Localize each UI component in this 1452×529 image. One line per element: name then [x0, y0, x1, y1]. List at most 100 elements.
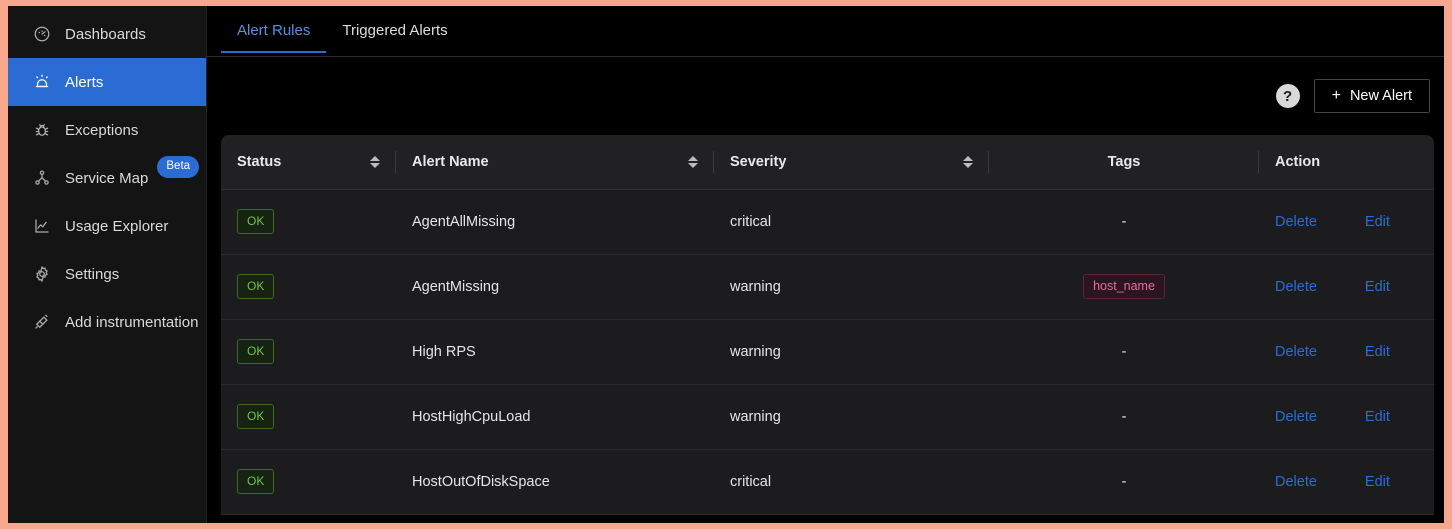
delete-button[interactable]: Delete	[1275, 279, 1317, 295]
cell-status: OK	[221, 189, 396, 255]
column-header-action: Action	[1259, 135, 1434, 190]
cell-action: Delete Edit	[1259, 254, 1434, 320]
sidebar-item-label: Add instrumentation	[65, 313, 199, 331]
delete-button[interactable]: Delete	[1275, 409, 1317, 425]
tab-triggered-alerts[interactable]: Triggered Alerts	[326, 6, 463, 52]
sidebar-item-add-instrumentation[interactable]: Add instrumentation	[8, 298, 206, 346]
tag-chip: host_name	[1083, 273, 1165, 300]
app-window: Dashboards Alerts Exceptions Service Map…	[8, 6, 1444, 523]
sidebar: Dashboards Alerts Exceptions Service Map…	[8, 6, 207, 523]
cell-action: Delete Edit	[1259, 189, 1434, 255]
api-link-icon	[32, 313, 51, 332]
alarm-icon	[32, 73, 51, 92]
column-header-tags: Tags	[989, 135, 1259, 190]
column-label: Tags	[1107, 153, 1141, 170]
sidebar-item-label: Alerts	[65, 73, 104, 91]
sidebar-item-alerts[interactable]: Alerts	[8, 58, 206, 106]
column-label: Alert Name	[412, 153, 489, 170]
empty-tag-placeholder: -	[1121, 343, 1127, 360]
delete-button[interactable]: Delete	[1275, 214, 1317, 230]
delete-button[interactable]: Delete	[1275, 474, 1317, 490]
edit-button[interactable]: Edit	[1365, 474, 1390, 490]
tab-bar: Alert Rules Triggered Alerts	[207, 6, 1444, 57]
table-row: OK AgentMissing warning host_name Delete Edit	[221, 254, 1434, 320]
cell-action: Delete Edit	[1259, 384, 1434, 450]
cell-status: OK	[221, 319, 396, 385]
status-badge: OK	[237, 469, 275, 494]
line-chart-icon	[32, 217, 51, 236]
cell-severity: critical	[714, 449, 989, 515]
table-row: OK HostHighCpuLoad warning - Delete Edit	[221, 384, 1434, 450]
table-header-row: Status Alert Name Severity Tags Action	[221, 135, 1434, 190]
cell-severity: warning	[714, 254, 989, 320]
sidebar-item-settings[interactable]: Settings	[8, 250, 206, 298]
empty-tag-placeholder: -	[1121, 473, 1127, 490]
delete-button[interactable]: Delete	[1275, 344, 1317, 360]
sidebar-item-usage-explorer[interactable]: Usage Explorer	[8, 202, 206, 250]
cell-severity: critical	[714, 189, 989, 255]
sidebar-item-label: Exceptions	[65, 121, 139, 139]
cell-severity: warning	[714, 319, 989, 385]
cell-alert-name: HostHighCpuLoad	[396, 384, 714, 450]
column-label: Severity	[730, 153, 787, 170]
column-header-alert-name[interactable]: Alert Name	[396, 135, 714, 190]
sidebar-item-service-map[interactable]: Service Map Beta	[8, 154, 206, 202]
status-badge: OK	[237, 209, 275, 234]
tab-label: Triggered Alerts	[342, 22, 448, 39]
empty-tag-placeholder: -	[1121, 408, 1127, 425]
column-header-severity[interactable]: Severity	[714, 135, 989, 190]
sort-toggle-severity[interactable]	[963, 155, 973, 168]
edit-button[interactable]: Edit	[1365, 279, 1390, 295]
table-row: OK AgentAllMissing critical - Delete Edit	[221, 189, 1434, 255]
cell-tags: -	[989, 384, 1259, 450]
cell-severity: warning	[714, 384, 989, 450]
empty-tag-placeholder: -	[1121, 213, 1127, 230]
tab-label: Alert Rules	[237, 22, 311, 39]
cell-tags: -	[989, 449, 1259, 515]
cell-action: Delete Edit	[1259, 449, 1434, 515]
sidebar-item-label: Usage Explorer	[65, 217, 169, 235]
table-body: OK AgentAllMissing critical - Delete Edit OK Ag…	[221, 189, 1434, 515]
cell-tags: host_name	[989, 254, 1259, 320]
gear-icon	[32, 265, 51, 284]
column-header-status[interactable]: Status	[221, 135, 396, 190]
cell-alert-name: AgentAllMissing	[396, 189, 714, 255]
sidebar-item-dashboards[interactable]: Dashboards	[8, 10, 206, 58]
table-row: OK High RPS warning - Delete Edit	[221, 319, 1434, 385]
status-badge: OK	[237, 404, 275, 429]
edit-button[interactable]: Edit	[1365, 214, 1390, 230]
toolbar: ? + New Alert	[207, 57, 1444, 135]
table-row: OK HostOutOfDiskSpace critical - Delete Edit	[221, 449, 1434, 515]
sidebar-item-label: Service Map	[65, 169, 149, 187]
cell-alert-name: HostOutOfDiskSpace	[396, 449, 714, 515]
sort-toggle-alert-name[interactable]	[688, 155, 698, 168]
new-alert-label: New Alert	[1349, 88, 1412, 104]
sitemap-icon	[32, 169, 51, 188]
cell-alert-name: High RPS	[396, 319, 714, 385]
cell-tags: -	[989, 319, 1259, 385]
column-label: Action	[1275, 153, 1321, 170]
sidebar-item-label: Dashboards	[65, 25, 146, 43]
cell-status: OK	[221, 449, 396, 515]
status-badge: OK	[237, 339, 275, 364]
status-badge: OK	[237, 274, 275, 299]
gauge-icon	[32, 25, 51, 44]
sort-toggle-status[interactable]	[370, 155, 380, 168]
cell-tags: -	[989, 189, 1259, 255]
alert-rules-table: Status Alert Name Severity Tags Action O…	[221, 135, 1434, 515]
main-content: Alert Rules Triggered Alerts ? + New Ale…	[207, 6, 1444, 523]
new-alert-button[interactable]: + New Alert	[1313, 79, 1430, 113]
cell-status: OK	[221, 254, 396, 320]
sidebar-item-exceptions[interactable]: Exceptions	[8, 106, 206, 154]
edit-button[interactable]: Edit	[1365, 344, 1390, 360]
cell-alert-name: AgentMissing	[396, 254, 714, 320]
cell-status: OK	[221, 384, 396, 450]
sidebar-item-label: Settings	[65, 265, 120, 283]
tab-alert-rules[interactable]: Alert Rules	[221, 6, 327, 53]
plus-icon: +	[1331, 87, 1341, 104]
bug-icon	[32, 121, 51, 140]
beta-badge: Beta	[157, 155, 200, 179]
edit-button[interactable]: Edit	[1365, 409, 1390, 425]
help-icon[interactable]: ?	[1275, 84, 1300, 108]
cell-action: Delete Edit	[1259, 319, 1434, 385]
